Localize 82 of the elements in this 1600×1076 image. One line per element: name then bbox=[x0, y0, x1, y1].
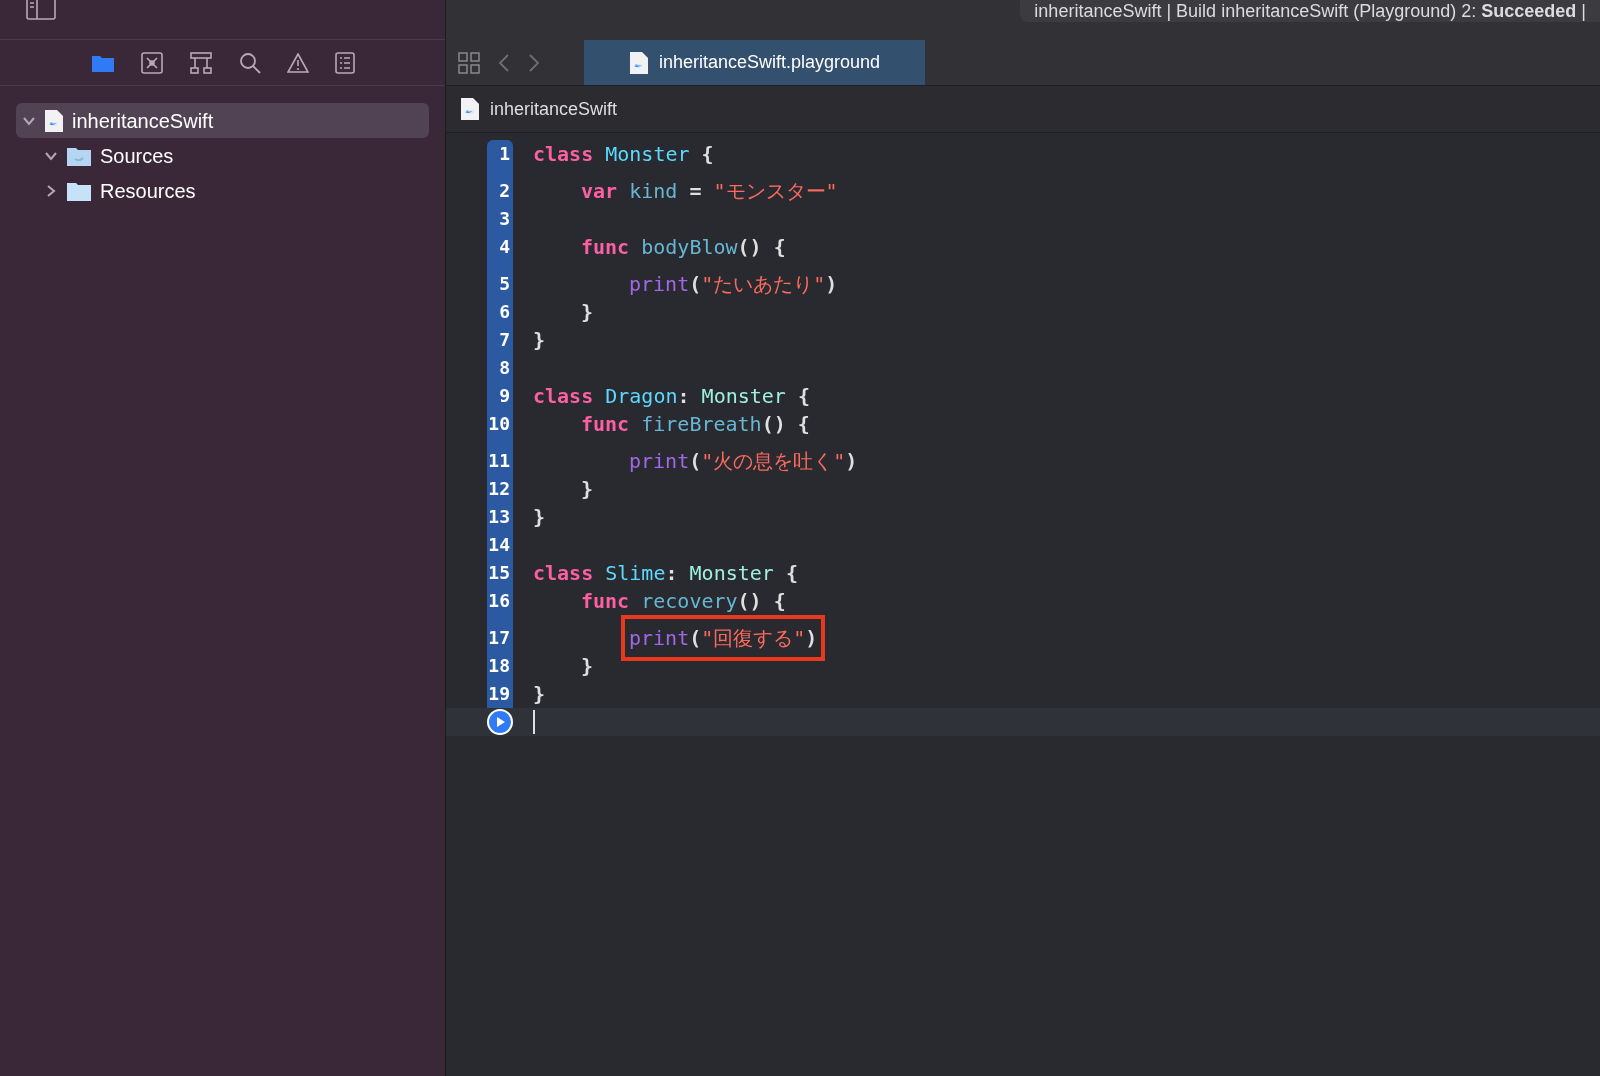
line-number: 8 bbox=[499, 356, 510, 380]
forward-chevron-icon[interactable] bbox=[528, 53, 540, 72]
code-token: ) bbox=[825, 271, 838, 298]
swift-file-icon bbox=[628, 50, 649, 75]
code-token: Monster bbox=[701, 383, 786, 410]
code-token: () { bbox=[761, 411, 810, 438]
code-token: ( bbox=[689, 271, 702, 298]
code-token: class bbox=[533, 141, 595, 168]
code-token: print bbox=[629, 271, 690, 298]
code-token: Slime bbox=[605, 560, 666, 587]
line-number: 16 bbox=[488, 589, 510, 613]
code-token: ) bbox=[845, 448, 858, 475]
code-token: } bbox=[533, 327, 546, 354]
line-number: 6 bbox=[499, 300, 510, 324]
swift-file-icon bbox=[44, 108, 64, 133]
sidebar-toggle-icon[interactable] bbox=[26, 0, 56, 20]
line-number: 10 bbox=[488, 412, 510, 436]
code-token: fireBreath bbox=[641, 411, 762, 438]
code-token: recovery bbox=[641, 588, 738, 615]
grid-icon[interactable] bbox=[458, 51, 480, 74]
back-chevron-icon[interactable] bbox=[498, 53, 510, 72]
code-token: : bbox=[665, 560, 679, 587]
line-number: 11 bbox=[488, 449, 510, 473]
line-number: 3 bbox=[499, 207, 510, 231]
source-control-icon[interactable] bbox=[140, 51, 163, 74]
code-token: { bbox=[700, 141, 714, 168]
line-number: 1 bbox=[499, 142, 510, 166]
line-number: 18 bbox=[488, 654, 510, 678]
navigator-item[interactable]: Resources bbox=[16, 173, 429, 208]
code-token: "モンスター" bbox=[713, 178, 838, 205]
swift-file-icon bbox=[460, 97, 480, 121]
editor-tab[interactable]: inheritanceSwift.playground bbox=[584, 40, 925, 85]
code-token: Monster bbox=[605, 141, 690, 168]
code-token: Monster bbox=[689, 560, 774, 587]
code-token: { bbox=[784, 560, 798, 587]
jump-bar-item[interactable]: inheritanceSwift bbox=[490, 95, 618, 123]
code-token: () { bbox=[737, 588, 786, 615]
code-token: "火の息を吐く" bbox=[701, 448, 846, 475]
code-token: "たいあたり" bbox=[701, 271, 826, 298]
code-token: bodyBlow bbox=[641, 234, 738, 261]
code-token: func bbox=[581, 234, 631, 261]
code-token: ( bbox=[689, 448, 702, 475]
warning-icon[interactable] bbox=[286, 52, 309, 73]
line-number: 12 bbox=[488, 477, 510, 501]
run-icon[interactable] bbox=[487, 709, 513, 735]
code-token: print bbox=[629, 625, 690, 652]
code-token: ( bbox=[689, 625, 702, 652]
code-token: : bbox=[677, 383, 691, 410]
code-token: var bbox=[581, 178, 619, 205]
line-number: 4 bbox=[499, 235, 510, 259]
code-token: } bbox=[581, 653, 594, 680]
code-token: = bbox=[688, 178, 703, 205]
line-number: 9 bbox=[499, 384, 510, 408]
code-token: "回復する" bbox=[701, 625, 806, 652]
code-token: func bbox=[581, 411, 631, 438]
line-number: 13 bbox=[488, 505, 510, 529]
line-number: 7 bbox=[499, 328, 510, 352]
line-number: 2 bbox=[499, 179, 510, 203]
navigator-item[interactable]: inheritanceSwift bbox=[16, 103, 429, 138]
code-token: ) bbox=[805, 625, 818, 652]
line-number: 15 bbox=[488, 561, 510, 585]
activity-status: inheritanceSwift | Build inheritanceSwift (Playground) 2: Succeeded | bbox=[1020, 0, 1600, 22]
code-token: func bbox=[581, 588, 631, 615]
line-number: 5 bbox=[499, 272, 510, 296]
code-token: Dragon bbox=[605, 383, 678, 410]
code-token: class bbox=[533, 560, 595, 587]
hierarchy-icon[interactable] bbox=[188, 51, 213, 74]
code-token: () { bbox=[737, 234, 786, 261]
code-token: } bbox=[581, 299, 594, 326]
code-token: } bbox=[533, 681, 546, 708]
line-number: 19 bbox=[488, 682, 510, 706]
code-token: } bbox=[581, 476, 594, 503]
code-token: } bbox=[533, 504, 546, 531]
code-token: { bbox=[796, 383, 810, 410]
search-icon[interactable] bbox=[238, 51, 261, 74]
line-number: 17 bbox=[488, 626, 510, 650]
line-number: 14 bbox=[488, 533, 510, 557]
code-token: kind bbox=[629, 178, 678, 205]
code-token: print bbox=[629, 448, 690, 475]
navigator-item[interactable]: Sources bbox=[16, 138, 429, 173]
list-icon[interactable] bbox=[334, 51, 355, 74]
code-token: class bbox=[533, 383, 595, 410]
